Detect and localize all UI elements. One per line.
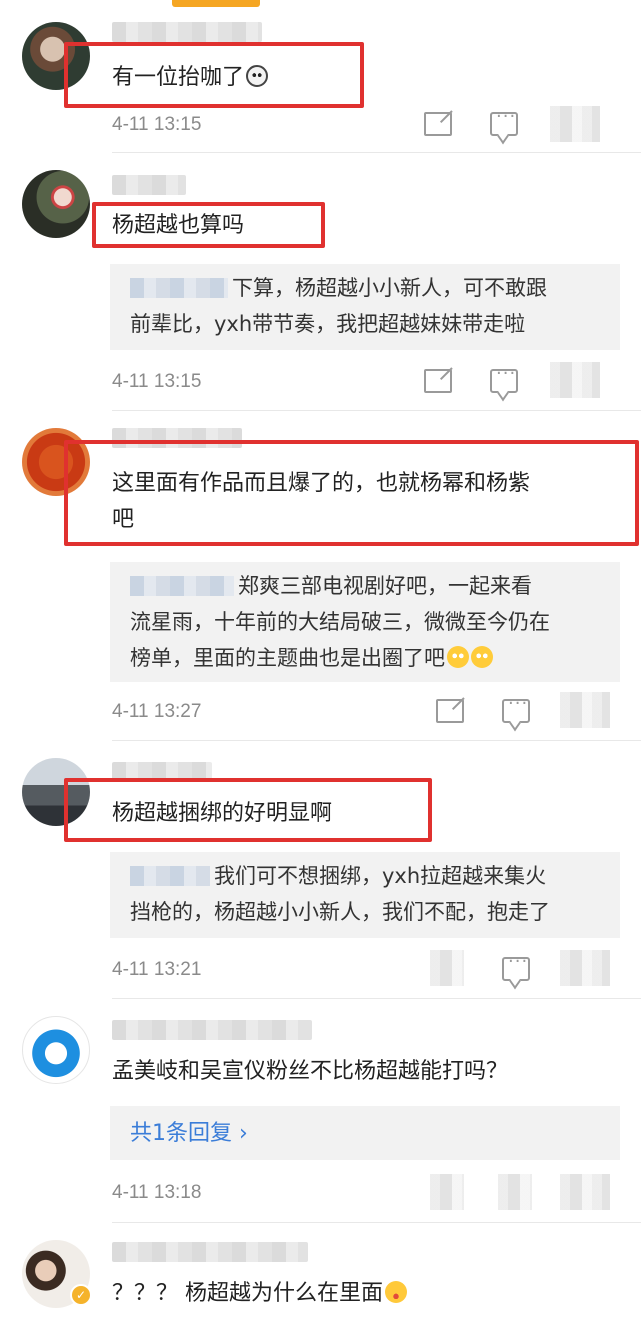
timestamp: 4-11 13:18	[112, 1182, 202, 1203]
reply-preview[interactable]: 共1条回复 ›	[110, 1106, 620, 1160]
reply-icon[interactable]	[490, 363, 518, 393]
timestamp: 4-11 13:21	[112, 959, 202, 980]
highlight-box	[64, 778, 432, 842]
like-button-blurred[interactable]	[550, 106, 600, 142]
divider	[112, 1222, 641, 1223]
divider	[112, 410, 641, 411]
reply-icon[interactable]	[502, 951, 530, 981]
shy-emoji	[471, 646, 493, 668]
reply-icon[interactable]	[502, 693, 530, 723]
reply-username-blurred	[130, 576, 234, 596]
avatar[interactable]	[22, 170, 90, 238]
highlight-box	[64, 440, 639, 546]
share-icon[interactable]	[424, 112, 452, 136]
highlight-box	[64, 42, 364, 108]
smirk-emoji	[385, 1281, 407, 1303]
avatar[interactable]	[22, 1016, 90, 1084]
like-button-blurred[interactable]	[560, 950, 610, 986]
reply-icon[interactable]	[490, 106, 518, 136]
divider	[112, 152, 641, 153]
username-blurred	[112, 1020, 312, 1040]
like-button-blurred[interactable]	[560, 1174, 610, 1210]
divider	[112, 998, 641, 999]
view-replies-link[interactable]: 共1条回复	[130, 1121, 239, 1146]
username-blurred	[112, 1242, 308, 1262]
reply-button-blurred[interactable]	[498, 1174, 532, 1210]
like-button-blurred[interactable]	[550, 362, 600, 398]
timestamp: 4-11 13:15	[112, 114, 202, 135]
like-button-blurred[interactable]	[560, 692, 610, 728]
comment-text: ？？？ 杨超越为什么在里面	[112, 1276, 407, 1312]
share-button-blurred[interactable]	[430, 950, 464, 986]
chevron-right-icon: ›	[239, 1121, 248, 1146]
reply-preview[interactable]: 郑爽三部电视剧好吧，一起来看 流星雨，十年前的大结局破三，微微至今仍在 榜单，里…	[110, 562, 620, 682]
reply-preview[interactable]: 下算，杨超越小小新人，可不敢跟 前辈比，yxh带节奏，我把超越妹妹带走啦	[110, 264, 620, 350]
username-blurred	[112, 22, 262, 42]
username-blurred	[112, 175, 186, 195]
reply-username-blurred	[130, 866, 210, 886]
timestamp: 4-11 13:27	[112, 701, 202, 722]
shy-emoji	[447, 646, 469, 668]
share-button-blurred[interactable]	[430, 1174, 464, 1210]
reply-preview[interactable]: 我们可不想捆绑，yxh拉超越来集火 挡枪的，杨超越小小新人，我们不配，抱走了	[110, 852, 620, 938]
tab-indicator	[172, 0, 260, 7]
comment-text: 孟美岐和吴宣仪粉丝不比杨超越能打吗？	[112, 1059, 509, 1084]
reply-username-blurred	[130, 278, 228, 298]
share-icon[interactable]	[436, 699, 464, 723]
divider	[112, 740, 641, 741]
share-icon[interactable]	[424, 369, 452, 393]
timestamp: 4-11 13:15	[112, 371, 202, 392]
highlight-box	[92, 202, 325, 248]
verified-badge-icon: ✓	[70, 1284, 92, 1306]
